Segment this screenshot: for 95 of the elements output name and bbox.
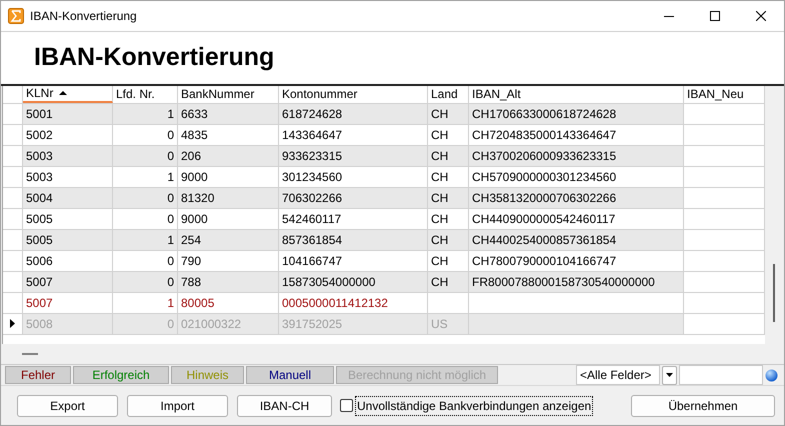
table-cell: 1 bbox=[113, 292, 178, 313]
table-cell: CH bbox=[428, 272, 469, 292]
table-cell: 0 bbox=[113, 208, 178, 229]
table-cell: 104166747 bbox=[279, 250, 428, 271]
table-cell: 788 bbox=[178, 272, 279, 292]
table-cell: 857361854 bbox=[279, 230, 428, 250]
table-cell: CH bbox=[428, 208, 469, 229]
table-row[interactable]: 5003 0 206 933623315 CH CH3700206000933623315 bbox=[3, 146, 765, 167]
table-cell: 206 bbox=[178, 146, 279, 166]
table-row[interactable]: 5006 0 790 104166747 CH CH7800790000104166747 bbox=[3, 250, 765, 272]
table-cell: CH bbox=[428, 188, 469, 208]
column-header[interactable]: IBAN_Alt bbox=[469, 86, 684, 103]
table-cell: CH bbox=[428, 146, 469, 166]
table-cell: 542460117 bbox=[279, 208, 428, 229]
table-cell: 391752025 bbox=[279, 314, 428, 334]
row-header[interactable] bbox=[3, 314, 23, 334]
table-cell: 5007 bbox=[23, 272, 113, 292]
table-cell: 5007 bbox=[23, 292, 113, 313]
table-cell: 4835 bbox=[178, 124, 279, 145]
table-cell: 9000 bbox=[178, 208, 279, 229]
table-cell: 80005 bbox=[178, 292, 279, 313]
table-cell: 1 bbox=[113, 230, 178, 250]
table-row[interactable]: 5001 1 6633 618724628 CH CH1706633000618724628 bbox=[3, 104, 765, 125]
table-cell: 301234560 bbox=[279, 166, 428, 187]
scrollbar-thumb[interactable] bbox=[773, 264, 775, 322]
table-cell: 81320 bbox=[178, 188, 279, 208]
sort-ascending-icon bbox=[59, 91, 68, 96]
table-cell: 933623315 bbox=[279, 146, 428, 166]
table-cell: CH bbox=[428, 166, 469, 187]
table-cell: 0 bbox=[113, 272, 178, 292]
column-header[interactable]: IBAN_Neu bbox=[684, 86, 765, 103]
globe-icon[interactable] bbox=[765, 368, 778, 382]
caret-icon bbox=[666, 373, 673, 378]
table-row[interactable]: 5004 0 81320 706302266 CH CH3581320000706302266 bbox=[3, 188, 765, 209]
table-cell: 5002 bbox=[23, 124, 113, 145]
table-cell: 5008 bbox=[23, 314, 113, 334]
app-icon bbox=[8, 8, 24, 24]
checkbox[interactable] bbox=[340, 399, 353, 412]
table-cell: 5005 bbox=[23, 208, 113, 229]
splitter-handle[interactable] bbox=[22, 353, 38, 356]
table-row[interactable]: 5005 1 254 857361854 CH CH4400254000857361854 bbox=[3, 230, 765, 251]
table-cell: 0 bbox=[113, 124, 178, 145]
table-cell: CH bbox=[428, 124, 469, 145]
table-cell: 5005 bbox=[23, 230, 113, 250]
search-field[interactable] bbox=[679, 365, 763, 386]
table-cell: 790 bbox=[178, 250, 279, 271]
current-row-icon bbox=[10, 319, 15, 328]
table-cell: US bbox=[428, 314, 469, 334]
table-cell: CH bbox=[428, 250, 469, 271]
page-title: IBAN-Konvertierung bbox=[34, 42, 274, 73]
table-row[interactable]: 5003 1 9000 301234560 CH CH5709000000301234560 bbox=[3, 166, 765, 188]
table-cell: 5003 bbox=[23, 166, 113, 187]
table-cell: 5003 bbox=[23, 146, 113, 166]
table-cell: CH bbox=[428, 230, 469, 250]
table-cell: 618724628 bbox=[279, 104, 428, 124]
table-row[interactable]: 5007 1 80005 0005000011412132 bbox=[3, 292, 765, 314]
table-cell: 021000322 bbox=[178, 314, 279, 334]
table-cell: 9000 bbox=[178, 166, 279, 187]
column-header[interactable]: BankNummer bbox=[178, 86, 279, 103]
action-button[interactable]: Export bbox=[17, 394, 118, 417]
table-cell: 15873054000000 bbox=[279, 272, 428, 292]
table-cell: 254 bbox=[178, 230, 279, 250]
close-icon[interactable] bbox=[756, 10, 766, 21]
apply-button[interactable]: Übernehmen bbox=[631, 394, 775, 417]
legend-label: Hinweis bbox=[171, 366, 244, 384]
table-cell: 0005000011412132 bbox=[279, 292, 428, 313]
checkbox-label[interactable]: Unvollständige Bankverbindungen anzeigen bbox=[355, 396, 594, 416]
column-header[interactable]: Lfd. Nr. bbox=[113, 86, 178, 103]
action-button[interactable]: Import bbox=[127, 394, 228, 417]
legend-label: Manuell bbox=[246, 366, 334, 384]
table-row[interactable]: 5005 0 9000 542460117 CH CH4409000000542460117 bbox=[3, 208, 765, 230]
table-cell: 5004 bbox=[23, 188, 113, 208]
table-cell: 5001 bbox=[23, 104, 113, 124]
table-cell: 6633 bbox=[178, 104, 279, 124]
maximize-icon[interactable] bbox=[710, 10, 720, 21]
action-button[interactable]: IBAN-CH bbox=[237, 394, 332, 417]
column-header[interactable]: Land bbox=[428, 86, 469, 103]
table-cell: 5006 bbox=[23, 250, 113, 271]
field-dropdown[interactable]: <Alle Felder> bbox=[576, 365, 660, 386]
table-cell: 0 bbox=[113, 188, 178, 208]
table-cell: 0 bbox=[113, 250, 178, 271]
column-header[interactable]: Kontonummer bbox=[279, 86, 428, 103]
dropdown-button[interactable] bbox=[662, 366, 677, 385]
table-cell: 1 bbox=[113, 166, 178, 187]
legend-label: Erfolgreich bbox=[73, 366, 169, 384]
table-cell: 706302266 bbox=[279, 188, 428, 208]
table-cell: 0 bbox=[113, 146, 178, 166]
table-row[interactable]: 5007 0 788 15873054000000 CH FR8000788000158730540000000 bbox=[3, 272, 765, 293]
table-cell: CH bbox=[428, 104, 469, 124]
table-cell: 143364647 bbox=[279, 124, 428, 145]
table-row[interactable]: 5002 0 4835 143364647 CH CH7204835000143364647 bbox=[3, 124, 765, 146]
legend-label: Fehler bbox=[5, 366, 71, 384]
table-cell: 0 bbox=[113, 314, 178, 334]
table-cell: 1 bbox=[113, 104, 178, 124]
window-title: IBAN-Konvertierung bbox=[30, 8, 137, 25]
